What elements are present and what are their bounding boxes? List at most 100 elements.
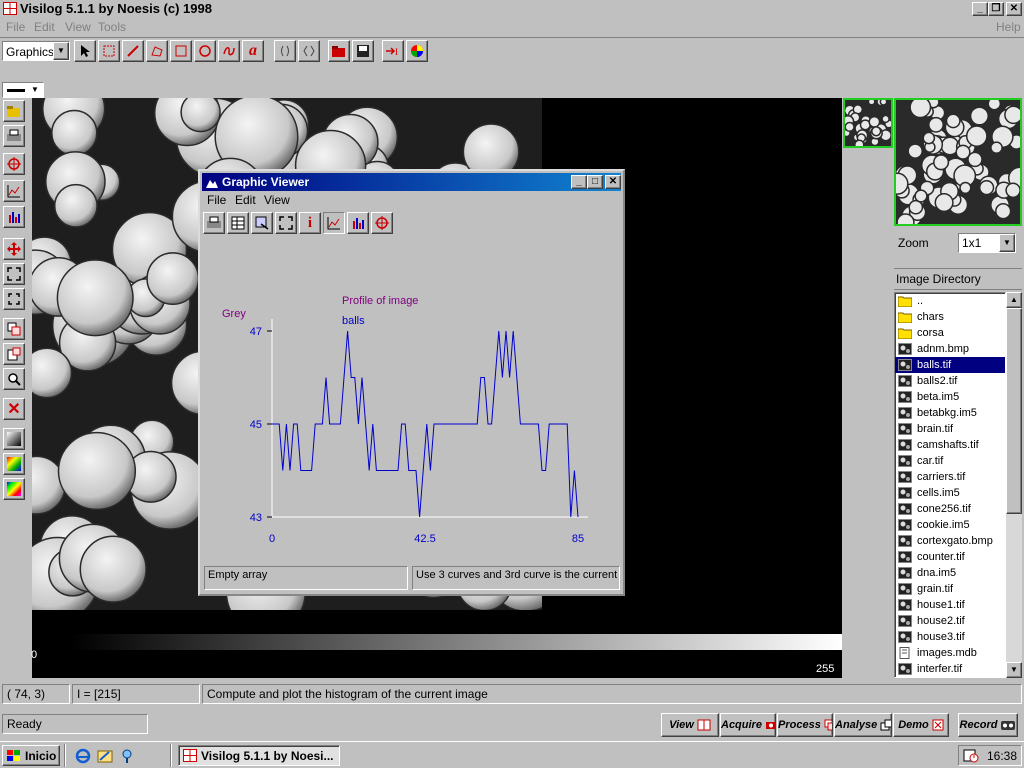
- viewer-minimize-button[interactable]: _: [571, 175, 587, 189]
- angle-bracket-tool-button[interactable]: [298, 40, 320, 62]
- thumbnail-large[interactable]: [894, 98, 1022, 226]
- directory-item[interactable]: ..: [895, 293, 1005, 309]
- directory-item[interactable]: house2.tif: [895, 613, 1005, 629]
- graphic-viewer-window[interactable]: Graphic Viewer _ □ ✕ File Edit View i Pr…: [198, 169, 625, 596]
- grey-lut-button[interactable]: [3, 428, 25, 450]
- menu-help[interactable]: Help: [996, 20, 1021, 34]
- directory-item[interactable]: cone256.tif: [895, 501, 1005, 517]
- directory-item[interactable]: car.tif: [895, 453, 1005, 469]
- acquire-mode-button[interactable]: Acquire: [720, 713, 776, 737]
- viewer-menu-file[interactable]: File: [207, 193, 226, 207]
- process-mode-button[interactable]: Process: [777, 713, 833, 737]
- close-button[interactable]: ✕: [1006, 2, 1022, 16]
- minimize-button[interactable]: _: [972, 2, 988, 16]
- delete-button[interactable]: ✕: [3, 398, 25, 420]
- freehand-tool-button[interactable]: [218, 40, 240, 62]
- profile-chart: Profile of image balls Grey 43 45 47 0 42.5 8…: [222, 295, 588, 545]
- directory-item[interactable]: dna.im5: [895, 565, 1005, 581]
- scroll-down-icon[interactable]: ▼: [1006, 662, 1022, 678]
- analyse-mode-button[interactable]: Analyse: [834, 713, 892, 737]
- thumbnail-small[interactable]: [843, 98, 893, 148]
- scroll-up-icon[interactable]: ▲: [1006, 292, 1022, 308]
- pseudo-color-button[interactable]: [3, 478, 25, 500]
- directory-item[interactable]: brain.tif: [895, 421, 1005, 437]
- directory-item[interactable]: carriers.tif: [895, 469, 1005, 485]
- scrollbar-thumb[interactable]: [1006, 308, 1022, 514]
- directory-item[interactable]: chars: [895, 309, 1005, 325]
- directory-item[interactable]: images.mdb: [895, 645, 1005, 661]
- paste-image-button[interactable]: [3, 343, 25, 365]
- chart-series-line: [272, 330, 579, 518]
- directory-item[interactable]: camshafts.tif: [895, 437, 1005, 453]
- image-directory-list[interactable]: .. chars corsa adnm.bmp balls.tif balls2.tif b…: [894, 292, 1006, 678]
- restore-button[interactable]: ❐: [988, 2, 1004, 16]
- pencil-tool-button[interactable]: [122, 40, 144, 62]
- view-mode-label: View: [669, 719, 694, 731]
- save-file-button[interactable]: [352, 40, 374, 62]
- mode-select[interactable]: Graphics ▼: [2, 41, 70, 61]
- channels-icon[interactable]: [119, 748, 135, 764]
- directory-item[interactable]: cells.im5: [895, 485, 1005, 501]
- demo-mode-button[interactable]: Demo: [893, 713, 949, 737]
- color-palette-button[interactable]: [406, 40, 428, 62]
- menu-file[interactable]: File: [6, 20, 25, 34]
- copy-image-button[interactable]: [3, 318, 25, 340]
- directory-item[interactable]: balls2.tif: [895, 373, 1005, 389]
- bracket-tool-button[interactable]: [274, 40, 296, 62]
- directory-item[interactable]: betabkg.im5: [895, 405, 1005, 421]
- start-button[interactable]: Inicio: [2, 745, 60, 766]
- directory-item[interactable]: house3.tif: [895, 629, 1005, 645]
- print-button[interactable]: [3, 125, 25, 147]
- open-image-button[interactable]: [3, 100, 25, 122]
- profile-button[interactable]: [3, 180, 25, 202]
- polygon-tool-button[interactable]: [146, 40, 168, 62]
- rectangle-tool-button[interactable]: [170, 40, 192, 62]
- directory-item[interactable]: cortexgato.bmp: [895, 533, 1005, 549]
- directory-item[interactable]: counter.tif: [895, 549, 1005, 565]
- chevron-down-icon[interactable]: ▼: [53, 42, 69, 60]
- frame-button[interactable]: [3, 288, 25, 310]
- menu-tools[interactable]: Tools: [98, 20, 126, 34]
- record-mode-button[interactable]: Record: [958, 713, 1018, 737]
- directory-item[interactable]: interfer.tif: [895, 661, 1005, 677]
- directory-item-label: beta.im5: [917, 391, 960, 403]
- histogram-button[interactable]: [3, 206, 25, 228]
- crosshair-button[interactable]: [3, 153, 25, 175]
- chevron-down-icon[interactable]: ▼: [999, 234, 1015, 252]
- viewer-maximize-button[interactable]: □: [587, 175, 603, 189]
- menu-edit[interactable]: Edit: [34, 20, 55, 34]
- rect-select-tool-button[interactable]: [98, 40, 120, 62]
- graphic-viewer-titlebar[interactable]: Graphic Viewer _ □ ✕: [202, 173, 621, 191]
- start-label: Inicio: [25, 749, 57, 763]
- directory-item[interactable]: house1.tif: [895, 597, 1005, 613]
- move-button[interactable]: [3, 238, 25, 260]
- ie-icon[interactable]: [75, 748, 91, 764]
- text-tool-button[interactable]: a: [242, 40, 264, 62]
- viewer-close-button[interactable]: ✕: [605, 175, 621, 189]
- directory-item[interactable]: balls.tif: [895, 357, 1005, 373]
- line-width-select[interactable]: ▼: [2, 82, 44, 98]
- viewer-menu-edit[interactable]: Edit: [235, 193, 256, 207]
- zoom-button[interactable]: [3, 368, 25, 390]
- task-visilog-button[interactable]: Visilog 5.1.1 by Noesi...: [178, 745, 340, 766]
- open-file-button[interactable]: [328, 40, 350, 62]
- import-button[interactable]: I: [382, 40, 404, 62]
- view-mode-button[interactable]: View: [661, 713, 719, 737]
- zoom-select[interactable]: 1x1 ▼: [958, 233, 1016, 253]
- outlook-icon[interactable]: [97, 748, 113, 764]
- pointer-tool-button[interactable]: [74, 40, 96, 62]
- ellipse-tool-button[interactable]: [194, 40, 216, 62]
- directory-item[interactable]: corsa: [895, 325, 1005, 341]
- directory-scrollbar[interactable]: ▲ ▼: [1006, 292, 1022, 678]
- open-folder-icon: [332, 46, 345, 57]
- color-lut-button[interactable]: [3, 453, 25, 475]
- directory-item[interactable]: grain.tif: [895, 581, 1005, 597]
- menu-view[interactable]: View: [65, 20, 91, 34]
- directory-item[interactable]: cookie.im5: [895, 517, 1005, 533]
- app-icon: [3, 2, 17, 15]
- scheduler-icon[interactable]: [963, 749, 979, 763]
- directory-item[interactable]: adnm.bmp: [895, 341, 1005, 357]
- fit-button[interactable]: [3, 263, 25, 285]
- viewer-menu-view[interactable]: View: [264, 193, 290, 207]
- directory-item[interactable]: beta.im5: [895, 389, 1005, 405]
